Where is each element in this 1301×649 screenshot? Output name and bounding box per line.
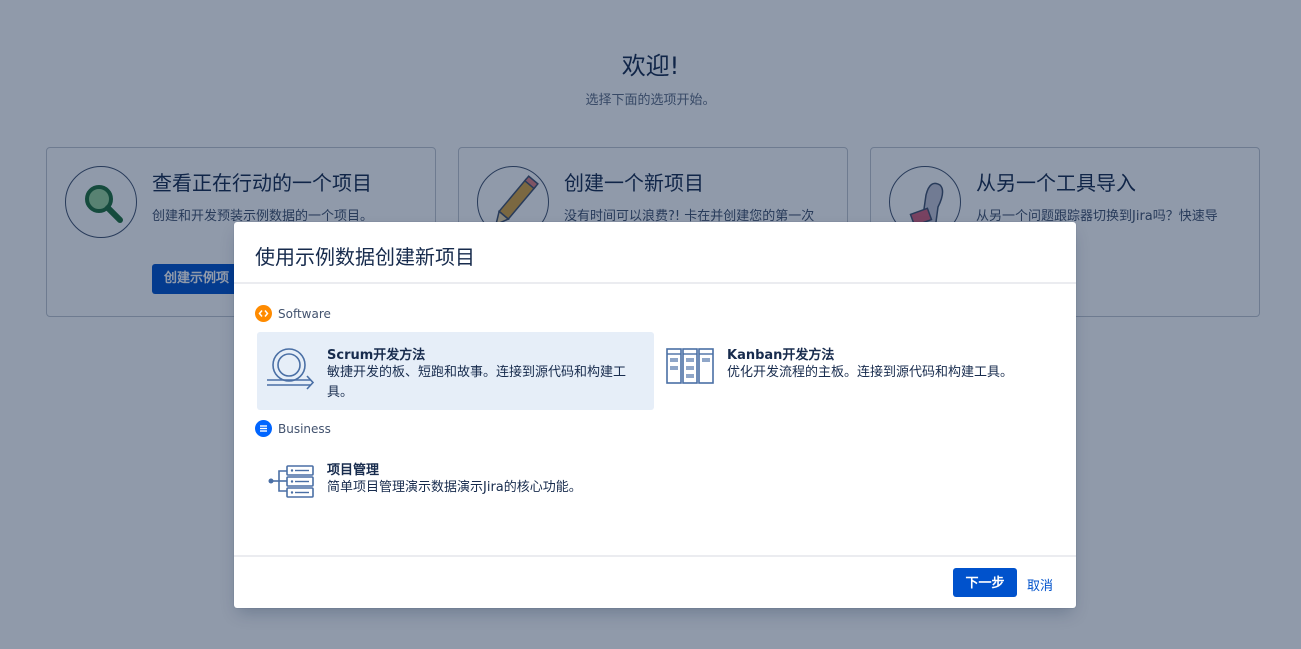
cancel-link[interactable]: 取消 <box>1027 575 1053 594</box>
project-tree-icon <box>268 465 314 498</box>
list-icon <box>255 420 272 437</box>
option-kanban[interactable]: Kanban开发方法 优化开发流程的主板。连接到源代码和构建工具。 <box>657 332 1054 410</box>
dialog-header: 使用示例数据创建新项目 <box>234 222 1076 284</box>
dialog-footer: 下一步 取消 <box>234 555 1076 608</box>
option-name: 项目管理 <box>327 463 380 478</box>
group-label-text: Business <box>278 421 331 436</box>
option-name: Kanban开发方法 <box>727 348 835 363</box>
option-desc: 简单项目管理演示数据演示Jira的核心功能。 <box>327 480 582 495</box>
option-project-management[interactable]: 项目管理 简单项目管理演示数据演示Jira的核心功能。 <box>257 447 654 525</box>
option-name: Scrum开发方法 <box>327 348 426 363</box>
create-sample-project-dialog: 使用示例数据创建新项目 Software Scrum开发方法 敏捷开发的板、短跑… <box>234 222 1076 608</box>
next-button[interactable]: 下一步 <box>953 568 1017 597</box>
group-label-software: Software <box>255 305 331 322</box>
option-scrum[interactable]: Scrum开发方法 敏捷开发的板、短跑和故事。连接到源代码和构建工具。 <box>257 332 654 410</box>
group-label-business: Business <box>255 420 331 437</box>
option-desc: 优化开发流程的主板。连接到源代码和构建工具。 <box>727 365 1014 380</box>
kanban-board-icon <box>666 348 714 384</box>
option-desc: 敏捷开发的板、短跑和故事。连接到源代码和构建工具。 <box>327 365 627 400</box>
group-label-text: Software <box>278 306 331 321</box>
scrum-cycle-icon <box>267 348 315 390</box>
code-icon <box>255 305 272 322</box>
dialog-title: 使用示例数据创建新项目 <box>255 245 475 269</box>
